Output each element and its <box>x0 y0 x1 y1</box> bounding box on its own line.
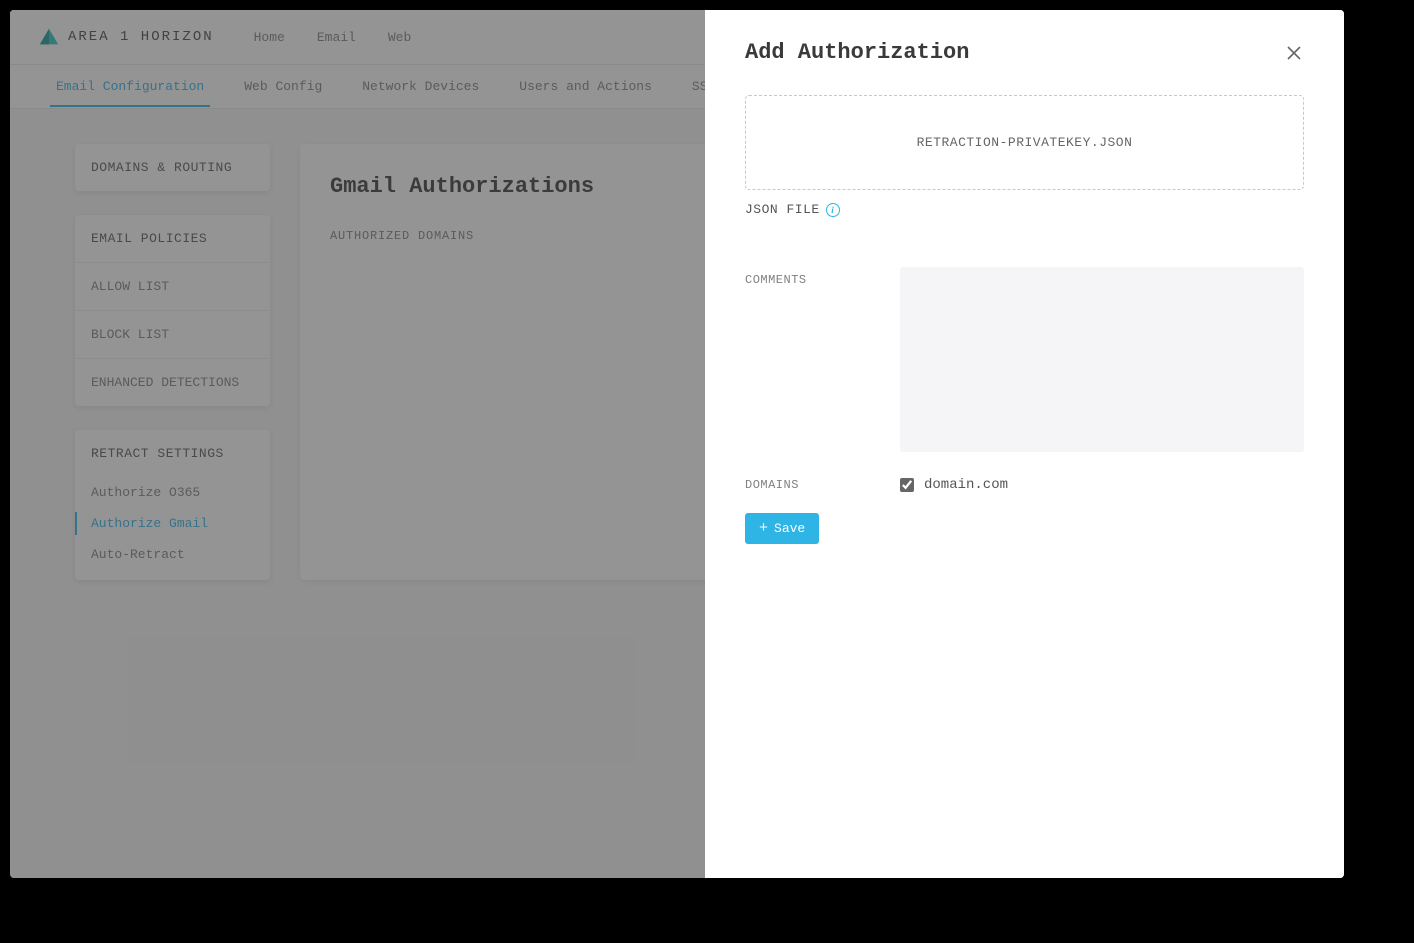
comments-row: COMMENTS <box>745 267 1304 457</box>
json-file-label: JSON FILE <box>745 202 820 217</box>
close-icon <box>1286 45 1302 61</box>
domain-checkbox[interactable] <box>900 478 914 492</box>
domain-option-label: domain.com <box>924 477 1008 493</box>
drawer-header: Add Authorization <box>745 40 1304 65</box>
close-button[interactable] <box>1284 43 1304 63</box>
json-file-label-row: JSON FILE i <box>745 202 1304 217</box>
save-button-label: Save <box>774 521 805 536</box>
json-file-dropzone[interactable]: RETRACTION-PRIVATEKEY.JSON <box>745 95 1304 190</box>
info-icon[interactable]: i <box>826 203 840 217</box>
save-button[interactable]: + Save <box>745 513 819 544</box>
comments-input[interactable] <box>900 267 1304 452</box>
add-authorization-drawer: Add Authorization RETRACTION-PRIVATEKEY.… <box>705 10 1344 878</box>
uploaded-file-name: RETRACTION-PRIVATEKEY.JSON <box>917 135 1133 150</box>
domain-option-row: domain.com <box>900 477 1304 493</box>
plus-icon: + <box>759 521 768 536</box>
drawer-title: Add Authorization <box>745 40 969 65</box>
comments-label: COMMENTS <box>745 267 900 457</box>
domains-row: DOMAINS domain.com <box>745 477 1304 493</box>
domains-label: DOMAINS <box>745 478 900 492</box>
